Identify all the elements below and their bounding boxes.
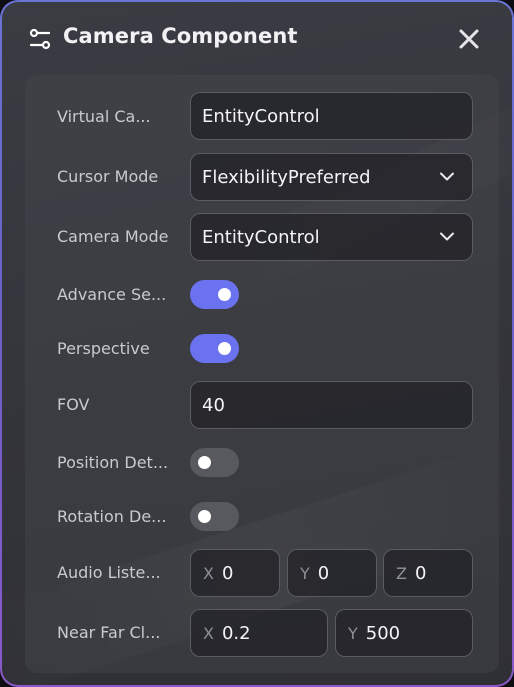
camera-mode-label: Camera Mode [57, 227, 169, 246]
fov-value: 40 [202, 394, 225, 416]
toggle-knob [218, 288, 231, 301]
perspective-toggle[interactable] [190, 334, 239, 363]
fov-input[interactable]: 40 [190, 381, 473, 429]
toggle-knob [198, 510, 211, 523]
close-icon[interactable] [456, 26, 482, 52]
audio-listener-z-value: 0 [414, 562, 427, 584]
far-clip-value: 500 [365, 622, 401, 644]
audio-listener-y-value: 0 [317, 562, 330, 584]
camera-component-panel: Camera Component Virtual Ca... EntityCon… [2, 2, 512, 685]
perspective-label: Perspective [57, 339, 150, 358]
panel-title: Camera Component [63, 24, 298, 48]
rotation-detect-label: Rotation De... [57, 507, 167, 526]
audio-listener-x-value: 0 [221, 562, 234, 584]
audio-listener-x-input[interactable]: X 0 [190, 549, 280, 597]
rotation-detect-toggle[interactable] [190, 502, 239, 531]
far-clip-input[interactable]: Y 500 [335, 609, 473, 657]
cursor-mode-label: Cursor Mode [57, 167, 159, 186]
toggle-knob [198, 456, 211, 469]
audio-listener-z-input[interactable]: Z 0 [383, 549, 473, 597]
window-frame: Camera Component Virtual Ca... EntityCon… [0, 0, 514, 687]
chevron-down-icon [440, 232, 454, 241]
fov-label: FOV [57, 395, 90, 414]
audio-listener-label: Audio Liste... [57, 563, 161, 582]
chevron-down-icon [440, 172, 454, 181]
cursor-mode-value: FlexibilityPreferred [202, 166, 371, 188]
virtual-camera-field[interactable]: EntityControl [190, 92, 473, 140]
y-axis-label: Y [300, 563, 310, 583]
x-axis-label: X [203, 563, 214, 583]
near-clip-input[interactable]: X 0.2 [190, 609, 328, 657]
advance-settings-label: Advance Se... [57, 285, 167, 304]
near-clip-value: 0.2 [221, 622, 251, 644]
camera-mode-value: EntityControl [202, 226, 320, 248]
near-far-clip-label: Near Far Cl... [57, 623, 161, 642]
z-axis-label: Z [396, 563, 407, 583]
panel-header: Camera Component [2, 2, 512, 74]
toggle-knob [218, 342, 231, 355]
camera-mode-select[interactable]: EntityControl [190, 213, 473, 261]
audio-listener-y-input[interactable]: Y 0 [287, 549, 377, 597]
advance-settings-toggle[interactable] [190, 280, 239, 309]
virtual-camera-label: Virtual Ca... [57, 107, 151, 126]
position-detect-label: Position Det... [57, 453, 169, 472]
y-axis-label: Y [348, 623, 358, 643]
x-axis-label: X [203, 623, 214, 643]
sliders-icon [29, 28, 51, 50]
virtual-camera-value: EntityControl [202, 105, 320, 127]
cursor-mode-select[interactable]: FlexibilityPreferred [190, 153, 473, 201]
position-detect-toggle[interactable] [190, 448, 239, 477]
